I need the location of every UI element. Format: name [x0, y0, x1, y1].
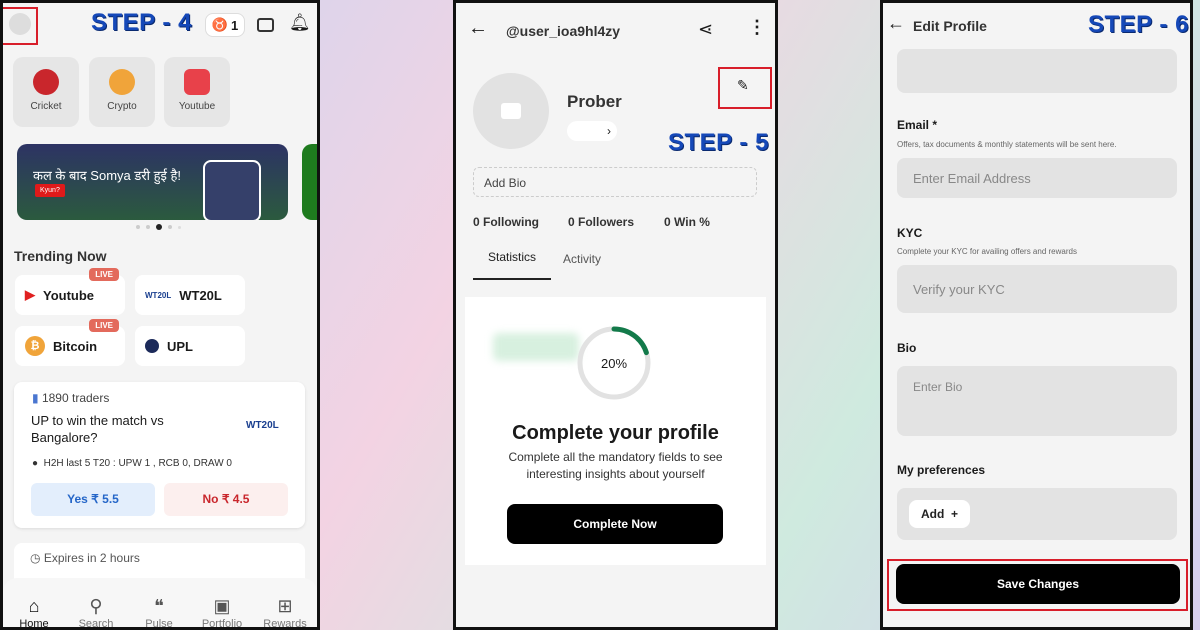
youtube-play-icon: ▶ [25, 287, 35, 302]
save-changes-button[interactable]: Save Changes [896, 564, 1180, 604]
camera-icon [501, 103, 521, 119]
edit-pencil-icon[interactable]: ✎ [737, 77, 749, 94]
edit-profile-screen: ← Edit Profile STEP - 6 Email * Offers, … [880, 0, 1193, 630]
wt20l-logo: WT20L [246, 420, 279, 431]
profile-screen: ← @user_ioa9hl4zy ⋖ ⋮ Prober › ✎ STEP - … [453, 0, 778, 630]
expires-text: ◷ Expires in 2 hours [30, 551, 140, 565]
cricket-ball-icon [33, 69, 59, 95]
kyc-field[interactable]: Verify your KYC [897, 265, 1177, 313]
home-icon: ⌂ [28, 596, 40, 616]
yes-button[interactable]: Yes ₹ 5.5 [31, 483, 155, 516]
market-question: UP to win the match vs Bangalore? [31, 413, 164, 445]
clock-icon: ◷ [30, 551, 41, 565]
nav-rewards[interactable]: ⊞ Rewards [254, 596, 316, 627]
traders-count: ▮ 1890 traders [32, 391, 110, 405]
banner-button[interactable]: Kyun? [35, 184, 65, 197]
page-title: Edit Profile [913, 18, 987, 34]
progress-label: 20% [600, 356, 628, 371]
tab-activity[interactable]: Activity [563, 252, 601, 266]
bitcoin-icon: ₿ [25, 336, 45, 356]
followers-count[interactable]: 0 Followers [568, 215, 634, 229]
highlight-box [3, 7, 38, 45]
pulse-icon: ❝ [154, 596, 164, 616]
category-cricket[interactable]: Cricket [13, 57, 79, 127]
step-label: STEP - 6 [1088, 11, 1189, 38]
cricket-icon: ● [32, 458, 39, 469]
step-label: STEP - 4 [91, 9, 192, 36]
previous-field[interactable] [897, 49, 1177, 93]
bell-icon[interactable]: 🔔︎ [289, 13, 311, 33]
complete-now-button[interactable]: Complete Now [507, 504, 723, 544]
nav-portfolio[interactable]: ▣ Portfolio [191, 596, 253, 627]
preferences-box: Add + [897, 488, 1177, 540]
streak-badge[interactable]: ♉ 1 [205, 13, 245, 37]
email-hint: Offers, tax documents & monthly statemen… [897, 140, 1117, 149]
banner-image [203, 160, 261, 220]
add-bio-field[interactable]: Add Bio [473, 167, 757, 197]
add-preference-button[interactable]: Add + [909, 500, 971, 528]
crypto-coin-icon [109, 69, 135, 95]
bottom-nav: ⌂ Home ⚲ Search ❝ Pulse ▣ Portfolio ⊞ Rewards [3, 578, 317, 627]
next-banner[interactable] [302, 144, 317, 220]
category-youtube[interactable]: Youtube [164, 57, 230, 127]
bio-field[interactable]: Enter Bio [897, 366, 1177, 436]
trending-bitcoin[interactable]: ₿ Bitcoin LIVE [15, 319, 125, 366]
banner-text: कल के बाद Somya डरी हुई है! [33, 168, 182, 183]
back-arrow-icon[interactable]: ← [468, 17, 488, 40]
stats-card: 20% Complete your profile Complete all t… [465, 297, 766, 565]
portfolio-icon: ▣ [213, 596, 231, 616]
trending-wt20l[interactable]: WT20L WT20L [135, 275, 245, 315]
youtube-icon [184, 69, 210, 95]
preferences-label: My preferences [897, 463, 986, 477]
wallet-icon[interactable] [257, 18, 274, 32]
profile-name: Prober [567, 92, 622, 111]
profile-photo[interactable] [473, 73, 549, 149]
plus-icon: + [951, 507, 959, 521]
upl-logo-icon [145, 339, 159, 353]
promo-banner[interactable]: कल के बाद Somya डरी हुई है! Kyun? [17, 144, 288, 220]
kyc-hint: Complete your KYC for availing offers an… [897, 247, 1077, 256]
bar-chart-icon: ▮ [32, 391, 39, 405]
home-screen: STEP - 4 ♉ 1 🔔︎ Cricket Crypto Youtube कल… [0, 0, 320, 630]
tab-statistics[interactable]: Statistics [473, 250, 551, 280]
trending-upl[interactable]: UPL [135, 326, 245, 366]
section-title: Trending Now [14, 248, 107, 264]
nav-pulse[interactable]: ❝ Pulse [128, 596, 190, 627]
complete-desc: Complete all the mandatory fields to see… [508, 450, 723, 481]
market-card[interactable]: ▮ 1890 traders UP to win the match vs Ba… [14, 382, 305, 528]
blurred-stat [493, 333, 579, 361]
email-field[interactable]: Enter Email Address [897, 158, 1177, 198]
search-icon: ⚲ [89, 596, 103, 616]
username: @user_ioa9hl4zy [506, 23, 621, 39]
no-button[interactable]: No ₹ 4.5 [164, 483, 288, 516]
back-arrow-icon[interactable]: ← [887, 13, 905, 34]
market-info: ● H2H last 5 T20 : UPW 1 , RCB 0, DRAW 0 [32, 458, 232, 469]
share-icon[interactable]: ⋖ [698, 19, 713, 40]
live-badge: LIVE [89, 319, 119, 332]
kyc-label: KYC [897, 226, 923, 240]
email-label: Email * [897, 118, 938, 132]
bull-icon: ♉ [211, 17, 228, 32]
step-label: STEP - 5 [668, 129, 769, 156]
category-crypto[interactable]: Crypto [89, 57, 155, 127]
trending-youtube[interactable]: ▶ Youtube LIVE [15, 268, 125, 315]
following-count[interactable]: 0 Following [473, 215, 539, 229]
nav-search[interactable]: ⚲ Search [65, 596, 127, 627]
nav-home[interactable]: ⌂ Home [3, 596, 65, 627]
complete-title: Complete your profile [512, 422, 719, 444]
gift-icon: ⊞ [277, 596, 293, 616]
bio-label: Bio [897, 341, 917, 355]
more-icon[interactable]: ⋮ [748, 17, 766, 38]
win-percent: 0 Win % [664, 215, 710, 229]
wt20l-logo-icon: WT20L [145, 290, 172, 300]
live-badge: LIVE [89, 268, 119, 281]
carousel-dots [136, 224, 181, 230]
chevron-right-icon[interactable]: › [567, 121, 617, 141]
